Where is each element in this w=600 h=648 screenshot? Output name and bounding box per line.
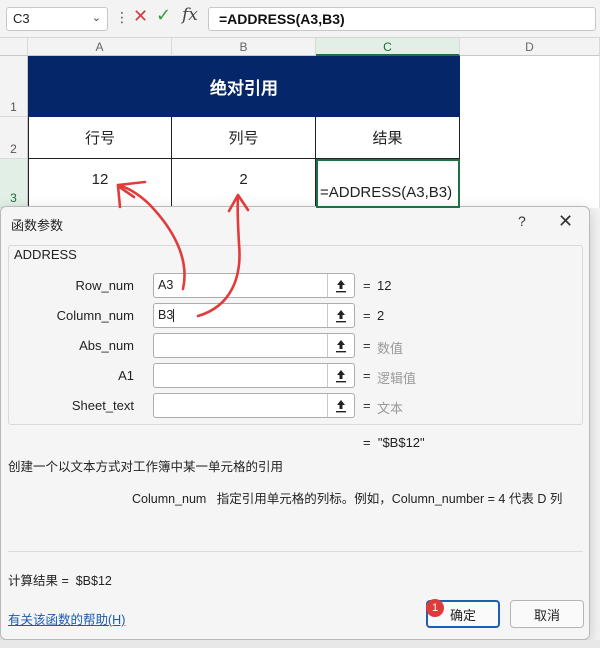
close-icon[interactable]: ✕ [133,6,148,27]
formula-result-value: "$B$12" [377,435,425,450]
column-header-c[interactable]: C [316,38,460,56]
header-cell-row-number[interactable]: 行号 [28,117,172,159]
equals-sign: = [363,368,371,383]
equals-sign: = [363,278,371,293]
equals-sign: = [363,398,371,413]
arg-value-row-num: A3 [158,278,174,292]
arg-result-sheet-text: 文本 [377,401,404,416]
dialog-title: 函数参数 [11,218,64,233]
parameter-text: 指定引用单元格的列标。例如，Column_number = 4 代表 D 列 [216,492,563,506]
arg-label-abs-num: Abs_num [79,338,134,353]
collapse-dialog-icon[interactable] [327,304,354,327]
parameter-name: Column_num [132,492,207,506]
calc-value: $B$12 [75,574,112,588]
arg-label-a1: A1 [118,368,134,383]
function-arguments-dialog: 函数参数 ? ✕ ADDRESS Row_num A3 = 12 Column_… [0,206,590,640]
cell-b3[interactable]: 2 [172,159,316,208]
cell-a3[interactable]: 12 [28,159,172,208]
formula-result: = "$B$12" [363,435,425,450]
name-box-value: C3 [13,11,30,26]
spreadsheet-grid: A B C D 1 2 3 绝对引用 行号 列号 结果 12 2 =ADDRES… [0,38,600,208]
arg-result-abs-num: 数值 [377,341,404,356]
arg-label-sheet-text: Sheet_text [71,398,134,413]
header-cell-result[interactable]: 结果 [316,117,460,159]
check-icon[interactable]: ✓ [156,5,171,26]
arg-input-sheet-text[interactable] [153,393,355,418]
calc-label: 计算结果 = [8,574,69,588]
step-badge: 1 [426,599,444,617]
arg-value-column-num: B3 [158,308,174,322]
more-options-icon[interactable]: ⋮ [115,9,129,26]
cell-c3[interactable]: =ADDRESS(A3,B3) [316,159,460,208]
parameter-description: Column_num 指定引用单元格的列标。例如，Column_number =… [132,488,562,507]
text-caret [173,309,175,323]
cancel-button[interactable]: 取消 [510,600,584,628]
arg-result-a1: 逻辑值 [377,371,417,386]
column-header-a[interactable]: A [28,38,172,56]
formula-input[interactable]: =ADDRESS(A3,B3) [208,7,596,31]
collapse-dialog-icon[interactable] [327,334,354,357]
arg-input-column-num[interactable]: B3 [153,303,355,328]
insert-function-button[interactable]: fx [182,5,198,25]
sheet-tab-strip [0,640,600,648]
calculation-result: 计算结果 = $B$12 [8,570,112,589]
chevron-down-icon[interactable]: ⌄ [92,11,101,24]
column-header-b[interactable]: B [172,38,316,56]
column-header-d[interactable]: D [460,38,600,56]
header-cell-col-number[interactable]: 列号 [172,117,316,159]
function-description: 创建一个以文本方式对工作簿中某一单元格的引用 [8,460,284,474]
arg-input-row-num[interactable]: A3 [153,273,355,298]
title-cell[interactable]: 绝对引用 [28,56,460,117]
formula-bar: C3 ⌄ ⋮ ✕ ✓ fx =ADDRESS(A3,B3) [0,0,600,38]
equals-sign: = [363,435,371,450]
arg-input-a1[interactable] [153,363,355,388]
name-box[interactable]: C3 ⌄ [6,7,108,31]
help-icon[interactable]: ? [518,213,526,229]
collapse-dialog-icon[interactable] [327,394,354,417]
divider [8,551,583,552]
arg-result-row-num: 12 [377,278,392,293]
row-header-2[interactable]: 2 [0,117,28,159]
arg-input-abs-num[interactable] [153,333,355,358]
row-header-3[interactable]: 3 [0,159,28,208]
collapse-dialog-icon[interactable] [327,274,354,297]
function-help-link[interactable]: 有关该函数的帮助(H) [8,609,125,628]
row-header-1[interactable]: 1 [0,56,28,117]
arg-label-row-num: Row_num [75,278,134,293]
collapse-dialog-icon[interactable] [327,364,354,387]
arg-label-column-num: Column_num [56,308,134,323]
arg-result-column-num: 2 [377,308,385,323]
equals-sign: = [363,338,371,353]
function-name: ADDRESS [14,247,77,262]
select-all-corner[interactable] [0,38,28,56]
close-icon[interactable]: ✕ [558,211,573,232]
equals-sign: = [363,308,371,323]
